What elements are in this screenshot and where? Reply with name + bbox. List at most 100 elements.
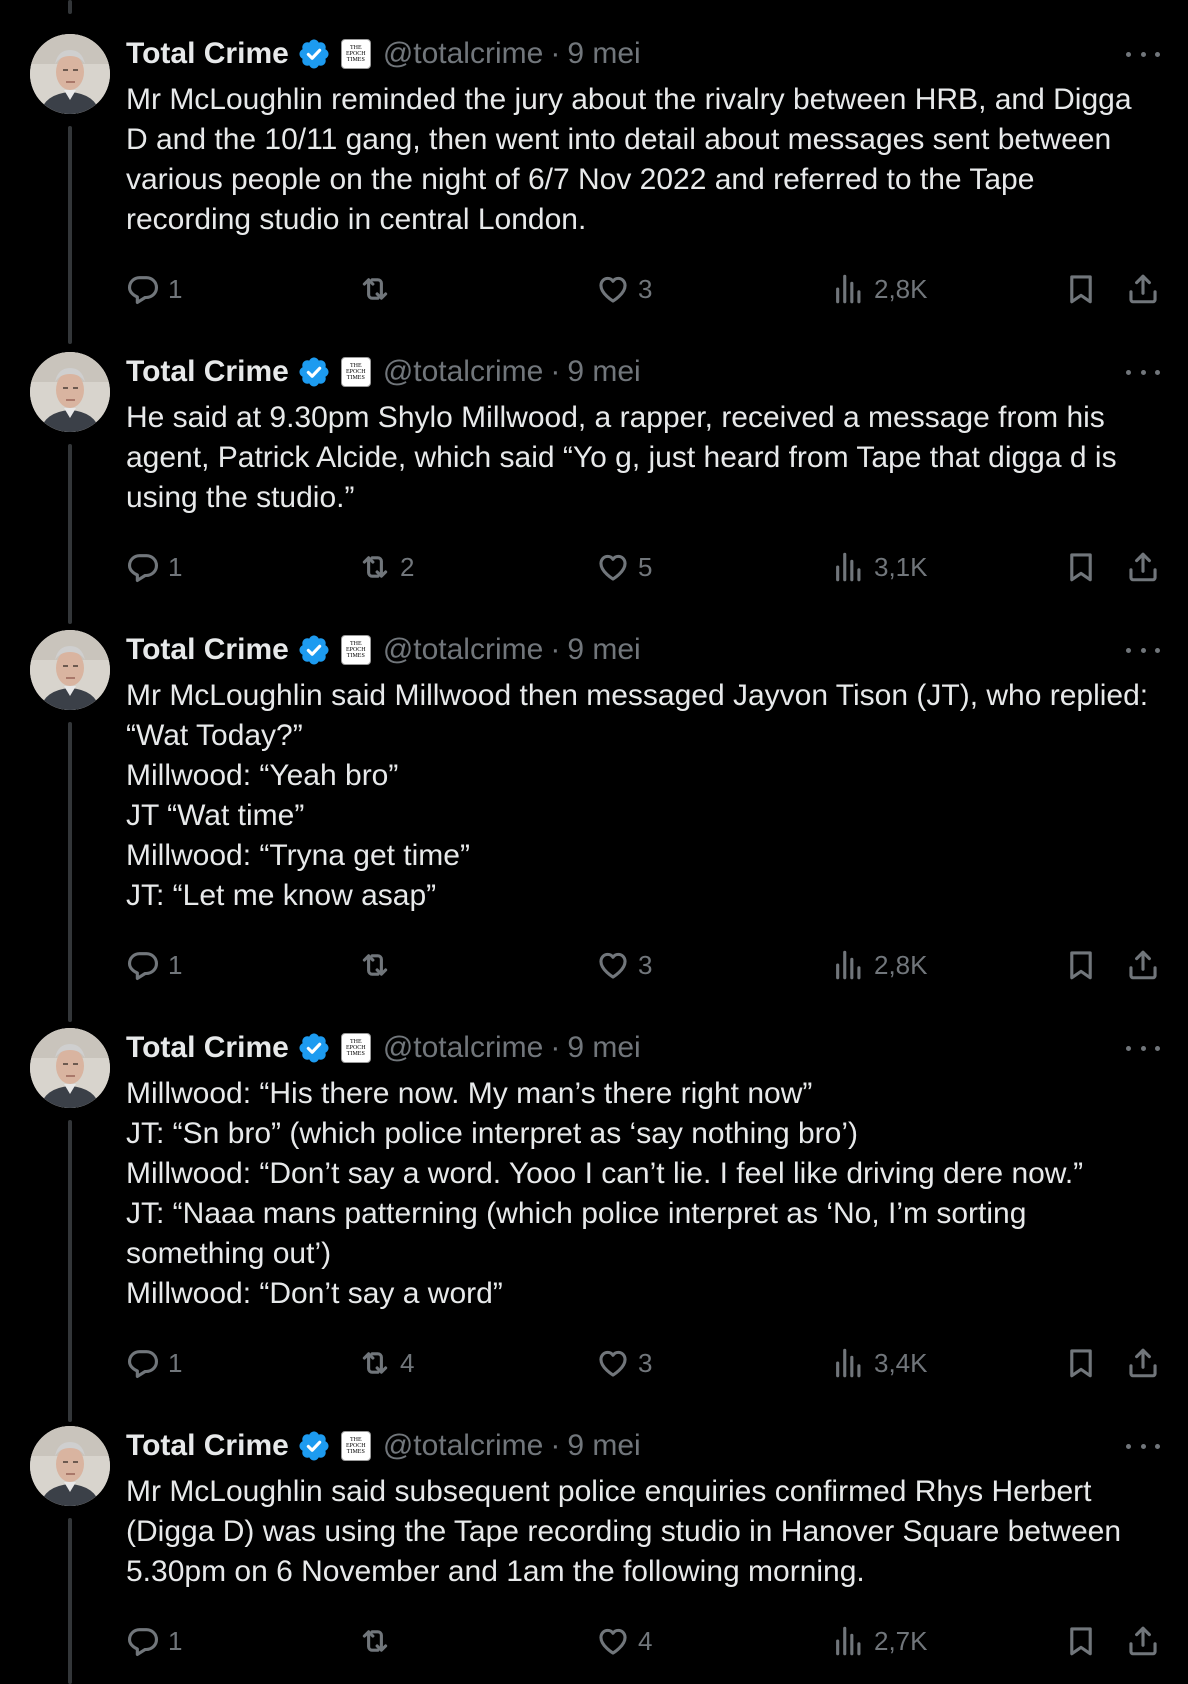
- share-button[interactable]: [1126, 1343, 1160, 1383]
- avatar[interactable]: [30, 1426, 110, 1506]
- avatar[interactable]: [30, 352, 110, 432]
- author-handle[interactable]: @totalcrime: [383, 1429, 544, 1463]
- verified-badge-icon: [297, 37, 331, 71]
- views-icon: [836, 1626, 861, 1656]
- like-button[interactable]: 5: [596, 547, 652, 587]
- tweet-date[interactable]: 9 mei: [567, 355, 640, 389]
- thread-line: [68, 444, 72, 624]
- like-count: 4: [638, 1625, 653, 1656]
- epoch-times-badge-icon[interactable]: THE EPOCH TIMES: [340, 357, 371, 387]
- retweet-button[interactable]: [358, 1621, 400, 1661]
- like-button[interactable]: 4: [596, 1621, 652, 1661]
- author-handle[interactable]: @totalcrime: [383, 1031, 544, 1065]
- retweet-icon: [362, 954, 388, 976]
- more-icon[interactable]: [1126, 1040, 1160, 1056]
- views-icon: [836, 1348, 861, 1378]
- epoch-times-badge-icon[interactable]: THE EPOCH TIMES: [340, 1033, 371, 1063]
- share-button[interactable]: [1126, 547, 1160, 587]
- views-count: 2,7K: [874, 1625, 928, 1656]
- share-icon: [1129, 274, 1157, 304]
- share-button[interactable]: [1126, 269, 1160, 309]
- more-icon[interactable]: [1126, 46, 1160, 62]
- bookmark-button[interactable]: [1064, 945, 1098, 985]
- views-button[interactable]: 3,4K: [832, 1343, 928, 1383]
- like-icon: [599, 1350, 627, 1377]
- like-button[interactable]: 3: [596, 945, 652, 985]
- reply-count: 1: [168, 273, 183, 304]
- author-name[interactable]: Total Crime: [126, 633, 289, 667]
- epoch-times-badge-icon[interactable]: THE EPOCH TIMES: [340, 635, 371, 665]
- like-button[interactable]: 3: [596, 269, 652, 309]
- tweet-date[interactable]: 9 mei: [567, 633, 640, 667]
- reply-count: 1: [168, 949, 183, 980]
- retweet-button[interactable]: 4: [358, 1343, 414, 1383]
- thread-line: [68, 126, 72, 344]
- views-button[interactable]: 2,7K: [832, 1621, 928, 1661]
- retweet-button[interactable]: 2: [358, 547, 414, 587]
- views-icon: [836, 950, 861, 980]
- reply-button[interactable]: 1: [126, 547, 182, 587]
- epoch-times-badge-icon[interactable]: THE EPOCH TIMES: [340, 1431, 371, 1461]
- views-button[interactable]: 2,8K: [832, 945, 928, 985]
- bookmark-button[interactable]: [1064, 547, 1098, 587]
- like-count: 5: [638, 551, 653, 582]
- share-icon: [1129, 552, 1157, 582]
- retweet-icon: [362, 556, 388, 578]
- author-handle[interactable]: @totalcrime: [383, 37, 544, 71]
- tweet-header: Total Crime THE EPOCH TIMES @totalcrime · …: [126, 352, 1160, 392]
- reply-icon: [127, 1628, 159, 1657]
- reply-button[interactable]: 1: [126, 1621, 182, 1661]
- tweet-date[interactable]: 9 mei: [567, 37, 640, 71]
- retweet-count: 4: [400, 1347, 415, 1378]
- thread: Total Crime THE EPOCH TIMES @totalcrime · …: [0, 0, 1188, 1684]
- reply-button[interactable]: 1: [126, 269, 182, 309]
- like-icon: [599, 276, 627, 303]
- tweet-date[interactable]: 9 mei: [567, 1429, 640, 1463]
- author-name[interactable]: Total Crime: [126, 37, 289, 71]
- thread-line: [68, 722, 72, 1022]
- tweet-header: Total Crime THE EPOCH TIMES @totalcrime · …: [126, 630, 1160, 670]
- author-name[interactable]: Total Crime: [126, 355, 289, 389]
- share-icon: [1129, 1626, 1157, 1656]
- affiliation-line: TIMES: [346, 1051, 365, 1057]
- bookmark-icon: [1070, 553, 1092, 582]
- verified-badge-icon: [297, 633, 331, 667]
- reply-button[interactable]: 1: [126, 945, 182, 985]
- views-button[interactable]: 2,8K: [832, 269, 928, 309]
- tweet-date[interactable]: 9 mei: [567, 1031, 640, 1065]
- verified-badge-icon: [297, 1429, 331, 1463]
- avatar[interactable]: [30, 1028, 110, 1108]
- retweet-button[interactable]: [358, 945, 400, 985]
- reply-icon: [127, 554, 159, 583]
- tweet-text: He said at 9.30pm Shylo Millwood, a rapp…: [126, 401, 1125, 514]
- like-icon: [599, 952, 627, 979]
- avatar[interactable]: [30, 630, 110, 710]
- avatar[interactable]: [30, 34, 110, 114]
- bookmark-button[interactable]: [1064, 1343, 1098, 1383]
- retweet-button[interactable]: [358, 269, 400, 309]
- views-button[interactable]: 3,1K: [832, 547, 928, 587]
- tweet-text: Mr McLoughlin said Millwood then message…: [126, 679, 1149, 912]
- bookmark-button[interactable]: [1064, 269, 1098, 309]
- bookmark-button[interactable]: [1064, 1621, 1098, 1661]
- share-button[interactable]: [1126, 1621, 1160, 1661]
- views-count: 2,8K: [874, 273, 928, 304]
- bookmark-icon: [1070, 1627, 1092, 1656]
- more-icon[interactable]: [1126, 642, 1160, 658]
- share-button[interactable]: [1126, 945, 1160, 985]
- tweet-actions: 1 3 2,8K: [126, 269, 1160, 309]
- author-name[interactable]: Total Crime: [126, 1031, 289, 1065]
- like-button[interactable]: 3: [596, 1343, 652, 1383]
- reply-button[interactable]: 1: [126, 1343, 182, 1383]
- author-handle[interactable]: @totalcrime: [383, 355, 544, 389]
- author-handle[interactable]: @totalcrime: [383, 633, 544, 667]
- tweet-text: Mr McLoughlin reminded the jury about th…: [126, 83, 1140, 236]
- author-name[interactable]: Total Crime: [126, 1429, 289, 1463]
- reply-count: 1: [168, 1347, 183, 1378]
- epoch-times-badge-icon[interactable]: THE EPOCH TIMES: [340, 39, 371, 69]
- retweet-icon: [362, 1630, 388, 1652]
- thread-line: [68, 1120, 72, 1422]
- more-icon[interactable]: [1126, 1438, 1160, 1454]
- retweet-icon: [362, 1352, 388, 1374]
- more-icon[interactable]: [1126, 364, 1160, 380]
